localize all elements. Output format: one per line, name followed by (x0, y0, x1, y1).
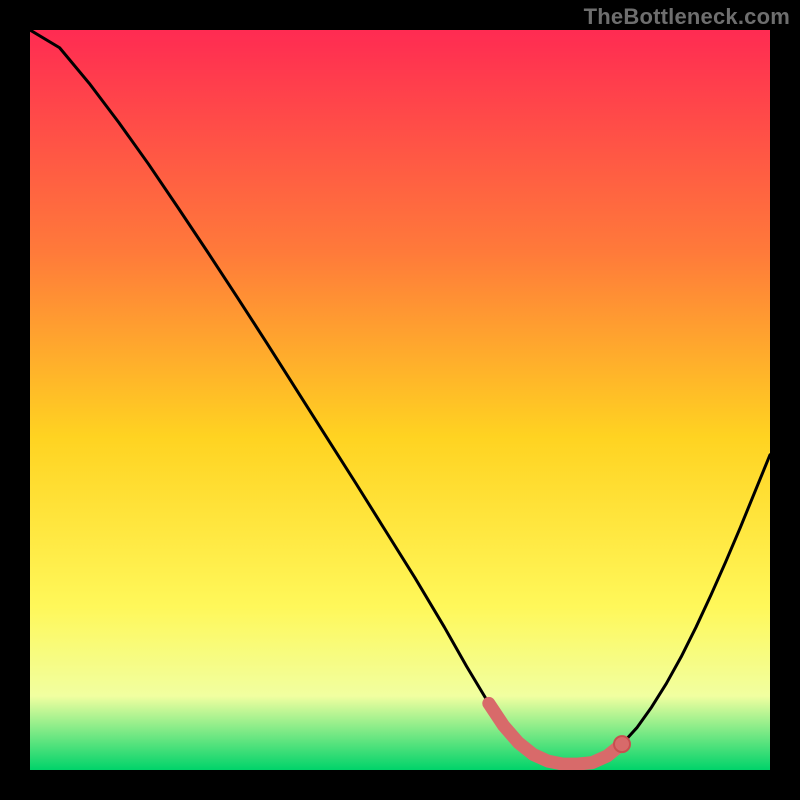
bottleneck-chart (30, 30, 770, 770)
gradient-background (30, 30, 770, 770)
watermark-text: TheBottleneck.com (584, 4, 790, 30)
plot-area (30, 30, 770, 770)
highlight-point (614, 736, 630, 752)
chart-frame: TheBottleneck.com (0, 0, 800, 800)
